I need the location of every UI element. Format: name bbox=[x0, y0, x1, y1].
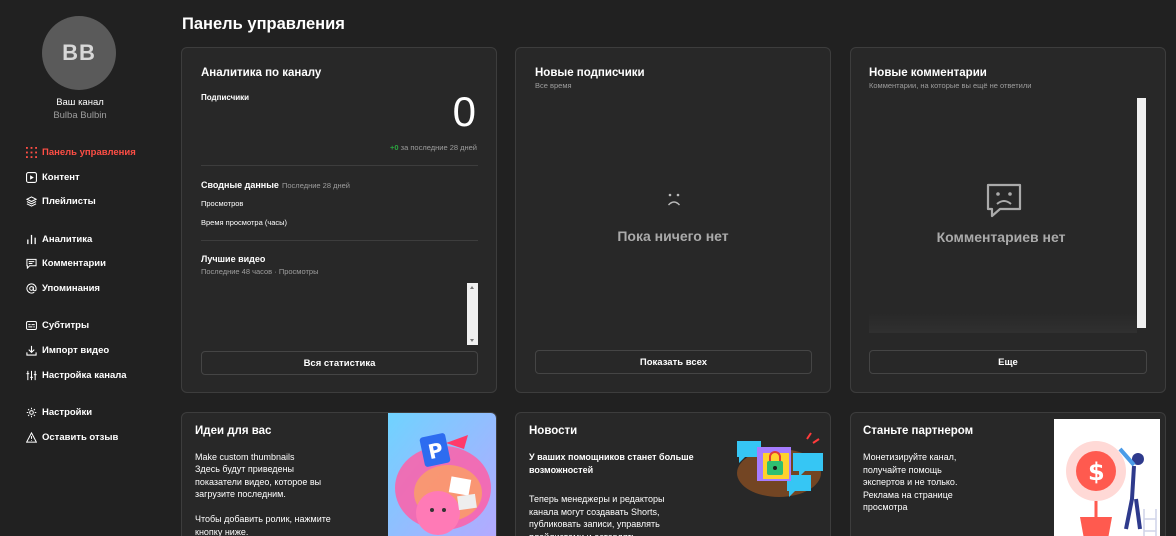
partner-card: Станьте партнером Монетизируйте канал, п… bbox=[850, 412, 1166, 536]
news-title: Новости bbox=[529, 425, 578, 437]
top-videos-sub: Последние 48 часов · Просмотры bbox=[201, 267, 319, 276]
svg-text:$: $ bbox=[1088, 458, 1105, 486]
scrollbar[interactable] bbox=[467, 283, 478, 345]
dashboard-icon bbox=[26, 146, 37, 158]
ideas-line2: Здесь будут приведены показатели видео, … bbox=[195, 464, 322, 499]
watch-time-label: Время просмотра (часы) bbox=[201, 218, 288, 227]
comments-sub: Комментарии, на которые вы ещё не ответи… bbox=[869, 81, 1032, 90]
divider bbox=[201, 240, 478, 241]
news-body: Теперь менеджеры и редакторы канала могу… bbox=[529, 494, 665, 536]
sad-face-icon bbox=[667, 193, 681, 206]
ideas-card: Идеи для вас Make custom thumbnails Здес… bbox=[181, 412, 497, 536]
sidebar: BB Ваш канал Bulba Bulbin Панель управле… bbox=[0, 0, 160, 536]
gear-icon bbox=[26, 407, 37, 417]
sidebar-item-label: Настройка канала bbox=[42, 369, 127, 381]
sidebar-item-label: Комментарии bbox=[42, 257, 106, 269]
sidebar-item-customization[interactable]: Настройка канала bbox=[26, 367, 127, 383]
scroll-up-icon[interactable] bbox=[470, 286, 474, 289]
subscribers-label: Подписчики bbox=[201, 93, 250, 102]
sidebar-item-mentions[interactable]: Упоминания bbox=[26, 280, 100, 296]
warning-icon bbox=[26, 431, 37, 443]
sidebar-item-label: Субтитры bbox=[42, 319, 90, 331]
more-button[interactable]: Еще bbox=[869, 350, 1147, 374]
sidebar-item-label: Контент bbox=[42, 171, 80, 183]
top-videos-title: Лучшие видео bbox=[201, 254, 266, 264]
channel-label: Ваш канал bbox=[56, 97, 104, 108]
at-sign-icon bbox=[26, 282, 37, 294]
sidebar-item-label: Панель управления bbox=[42, 146, 136, 158]
subscribers-count: 0 bbox=[452, 88, 476, 135]
ideas-line3: Чтобы добавить ролик, нажмите кнопку ниж… bbox=[195, 514, 331, 536]
subscribers-title: Новые подписчики bbox=[535, 67, 645, 79]
delta-value: +0 bbox=[390, 143, 399, 152]
layers-icon bbox=[26, 195, 37, 207]
channel-name[interactable]: Bulba Bulbin bbox=[0, 110, 160, 121]
comment-icon bbox=[26, 258, 37, 269]
divider bbox=[201, 165, 478, 166]
news-illustration bbox=[737, 432, 823, 497]
subtitles-icon bbox=[26, 320, 37, 330]
analytics-card: Аналитика по каналу Подписчики 0 +0 за п… bbox=[181, 47, 497, 393]
sliders-icon bbox=[26, 370, 37, 380]
sidebar-item-feedback[interactable]: Оставить отзыв bbox=[26, 429, 118, 445]
sidebar-item-settings[interactable]: Настройки bbox=[26, 404, 92, 420]
sidebar-item-analytics[interactable]: Аналитика bbox=[26, 231, 92, 247]
scrollbar[interactable] bbox=[1137, 98, 1146, 328]
comments-title: Новые комментарии bbox=[869, 67, 987, 79]
comments-card: Новые комментарии Комментарии, на которы… bbox=[850, 47, 1166, 393]
news-headline: У ваших помощников станет больше возможн… bbox=[529, 452, 694, 475]
sidebar-item-playlists[interactable]: Плейлисты bbox=[26, 193, 96, 209]
delta-period: за последние 28 дней bbox=[400, 143, 477, 152]
analytics-title: Аналитика по каналу bbox=[201, 67, 322, 79]
show-all-button[interactable]: Показать всех bbox=[535, 350, 812, 374]
partner-illustration: $ bbox=[1054, 419, 1160, 536]
bar-chart-icon bbox=[27, 234, 36, 244]
sidebar-item-label: Плейлисты bbox=[42, 195, 96, 207]
sidebar-item-comments[interactable]: Комментарии bbox=[26, 255, 106, 271]
sidebar-item-label: Оставить отзыв bbox=[42, 431, 119, 443]
ideas-line1: Make custom thumbnails bbox=[195, 452, 295, 462]
subscribers-card: Новые подписчики Все время Пока ничего н… bbox=[515, 47, 831, 393]
sidebar-item-label: Настройки bbox=[42, 406, 93, 418]
summary-title: Сводные данные bbox=[201, 180, 279, 190]
subscribers-empty-text: Пока ничего нет bbox=[617, 228, 729, 244]
page-title: Панель управления bbox=[182, 15, 345, 33]
partner-title: Станьте партнером bbox=[863, 425, 974, 437]
comment-sad-icon bbox=[986, 183, 1022, 218]
partner-body: Монетизируйте канал, получайте помощь эк… bbox=[863, 452, 958, 512]
download-icon bbox=[26, 345, 37, 356]
summary-period: Последние 28 дней bbox=[282, 181, 350, 190]
ideas-illustration: P bbox=[388, 413, 496, 536]
comments-empty-text: Комментариев нет bbox=[936, 229, 1066, 245]
sidebar-item-label: Упоминания bbox=[42, 282, 100, 294]
sidebar-item-import[interactable]: Импорт видео bbox=[26, 342, 109, 358]
subscribers-sub: Все время bbox=[535, 81, 572, 90]
scroll-down-icon[interactable] bbox=[470, 339, 474, 342]
fade-overlay bbox=[869, 313, 1137, 333]
sidebar-item-subtitles[interactable]: Субтитры bbox=[26, 317, 89, 333]
all-stats-button[interactable]: Вся статистика bbox=[201, 351, 478, 375]
ideas-title: Идеи для вас bbox=[195, 425, 272, 437]
avatar[interactable]: BB bbox=[42, 16, 116, 90]
sidebar-item-dashboard[interactable]: Панель управления bbox=[26, 144, 136, 160]
sidebar-item-content[interactable]: Контент bbox=[26, 169, 80, 185]
subscribers-delta: +0 за последние 28 дней bbox=[390, 143, 477, 152]
sidebar-item-label: Импорт видео bbox=[42, 344, 110, 356]
views-label: Просмотров bbox=[201, 199, 244, 208]
news-card: Новости У ваших помощников станет больше… bbox=[515, 412, 831, 536]
sidebar-item-label: Аналитика bbox=[42, 233, 93, 245]
play-square-icon bbox=[26, 171, 37, 183]
